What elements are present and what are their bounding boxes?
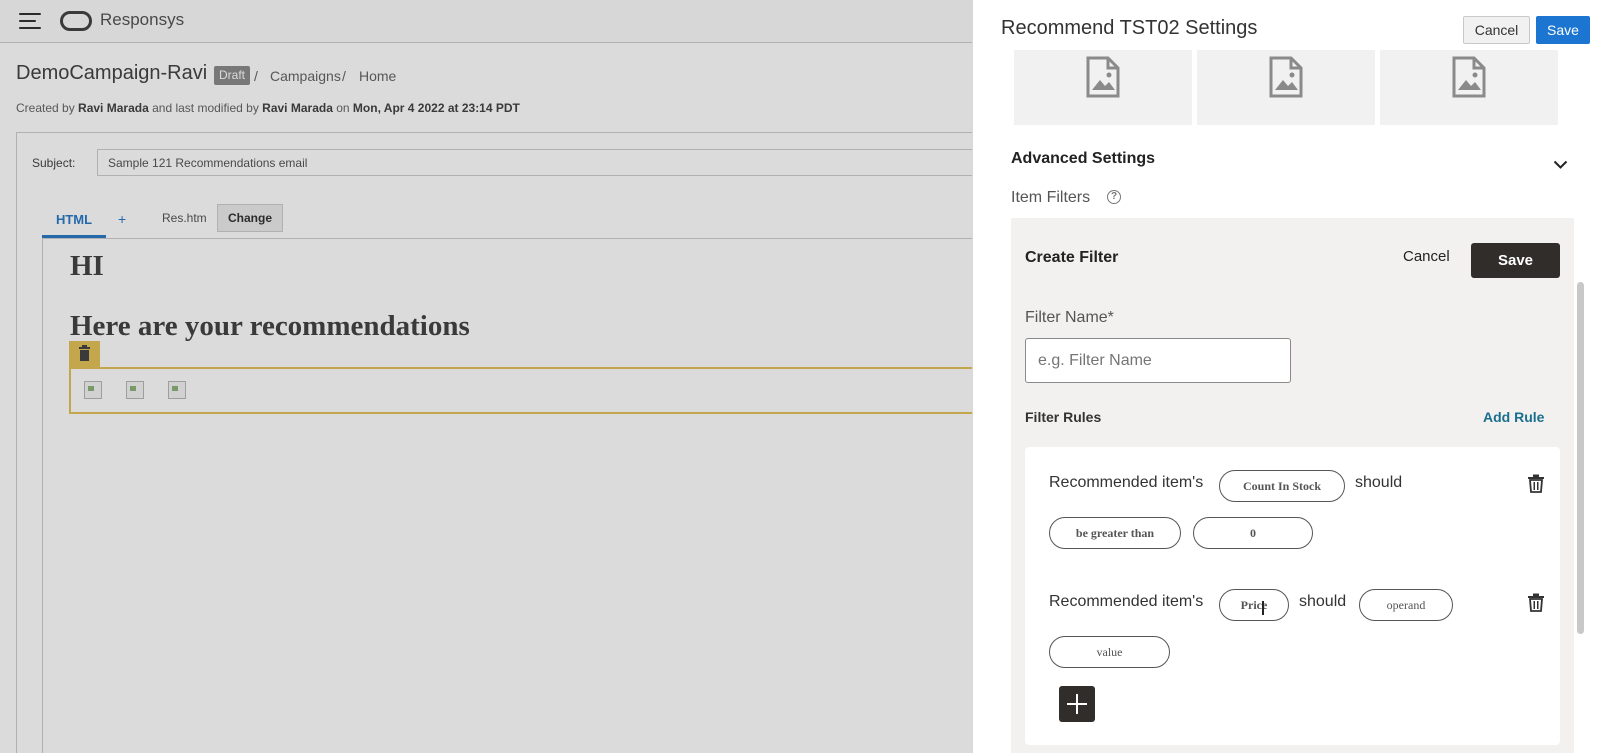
advanced-settings-heading[interactable]: Advanced Settings [1011, 150, 1155, 168]
rule-operand-select[interactable]: be greater than [1049, 517, 1181, 549]
rule-attribute-select[interactable]: Price [1219, 589, 1289, 621]
filter-save-button[interactable]: Save [1471, 243, 1560, 278]
delete-rule-trash-icon[interactable] [1527, 593, 1545, 612]
add-rule-link[interactable]: Add Rule [1483, 409, 1544, 425]
rule-value-input[interactable]: 0 [1193, 517, 1313, 549]
recommendation-thumbnail[interactable] [1380, 50, 1558, 125]
text-cursor [1262, 601, 1264, 615]
filter-name-label: Filter Name* [1025, 309, 1114, 326]
rule-attribute-select[interactable]: Count In Stock [1219, 470, 1345, 502]
image-placeholder-icon [1086, 56, 1120, 98]
filter-cancel-button[interactable]: Cancel [1403, 248, 1450, 265]
recommendation-thumbnail[interactable] [1197, 50, 1375, 125]
rule-verb: should [1355, 474, 1403, 491]
chevron-down-icon[interactable] [1553, 160, 1568, 170]
image-placeholder-icon [1452, 56, 1486, 98]
panel-title: Recommend TST02 Settings [1001, 17, 1258, 39]
rule-value-input[interactable]: value [1049, 636, 1170, 668]
create-filter-title: Create Filter [1025, 249, 1119, 266]
panel-save-button[interactable]: Save [1536, 16, 1590, 44]
item-filters-label: Item Filters [1011, 189, 1091, 206]
filter-name-input[interactable] [1025, 338, 1291, 383]
filter-rules-label: Filter Rules [1025, 409, 1102, 425]
rule-prefix: Recommended item's [1049, 474, 1204, 491]
rule-operand-select[interactable]: operand [1359, 589, 1453, 621]
image-placeholder-icon [1269, 56, 1303, 98]
screen: Responsys DemoCampaign-Ravi Draft / Camp… [0, 0, 1614, 753]
recommendation-thumbnail[interactable] [1014, 50, 1192, 125]
panel-scrollbar[interactable] [1577, 282, 1584, 634]
rule-prefix: Recommended item's [1049, 593, 1204, 610]
add-condition-button[interactable] [1059, 686, 1095, 722]
panel-cancel-button[interactable]: Cancel [1463, 16, 1530, 44]
rule-verb: should [1299, 593, 1347, 610]
delete-rule-trash-icon[interactable] [1527, 474, 1545, 493]
modal-backdrop[interactable] [0, 0, 972, 753]
help-icon[interactable]: ? [1107, 190, 1121, 204]
